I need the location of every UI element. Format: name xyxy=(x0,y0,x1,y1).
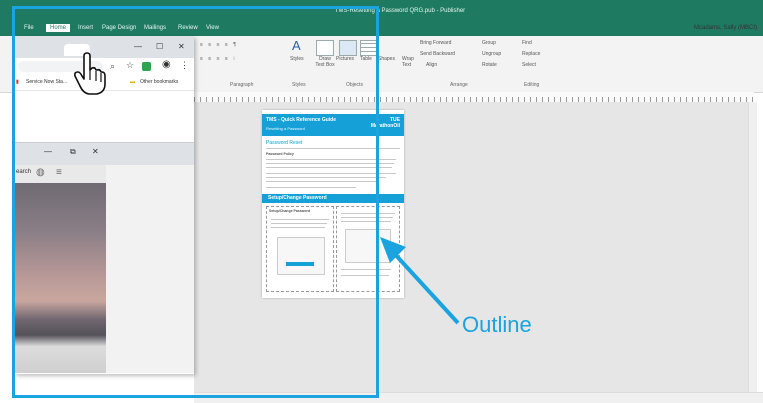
find-button[interactable]: Find xyxy=(522,40,532,46)
callout-arrow-icon xyxy=(380,237,460,325)
rotate-button[interactable]: Rotate xyxy=(482,62,497,68)
wrap-text-button[interactable]: Wrap Text xyxy=(402,56,416,68)
select-button[interactable]: Select xyxy=(522,62,536,68)
outline-highlight-box xyxy=(12,6,379,398)
align-button[interactable]: Align xyxy=(426,62,437,68)
bring-forward-button[interactable]: Bring Forward xyxy=(420,40,451,46)
group-label-arrange: Arrange xyxy=(450,82,468,88)
user-name[interactable]: Mcadams, Sally (MBCI) xyxy=(690,24,761,32)
send-backward-button[interactable]: Send Backward xyxy=(420,51,455,57)
replace-button[interactable]: Replace xyxy=(522,51,540,57)
group-button[interactable]: Group xyxy=(482,40,496,46)
shapes-button[interactable]: Shapes xyxy=(378,56,395,62)
vertical-scrollbar[interactable] xyxy=(748,102,757,392)
outline-callout-label: Outline xyxy=(462,312,532,337)
group-label-editing: Editing xyxy=(524,82,540,88)
ungroup-button[interactable]: Ungroup xyxy=(482,51,501,57)
